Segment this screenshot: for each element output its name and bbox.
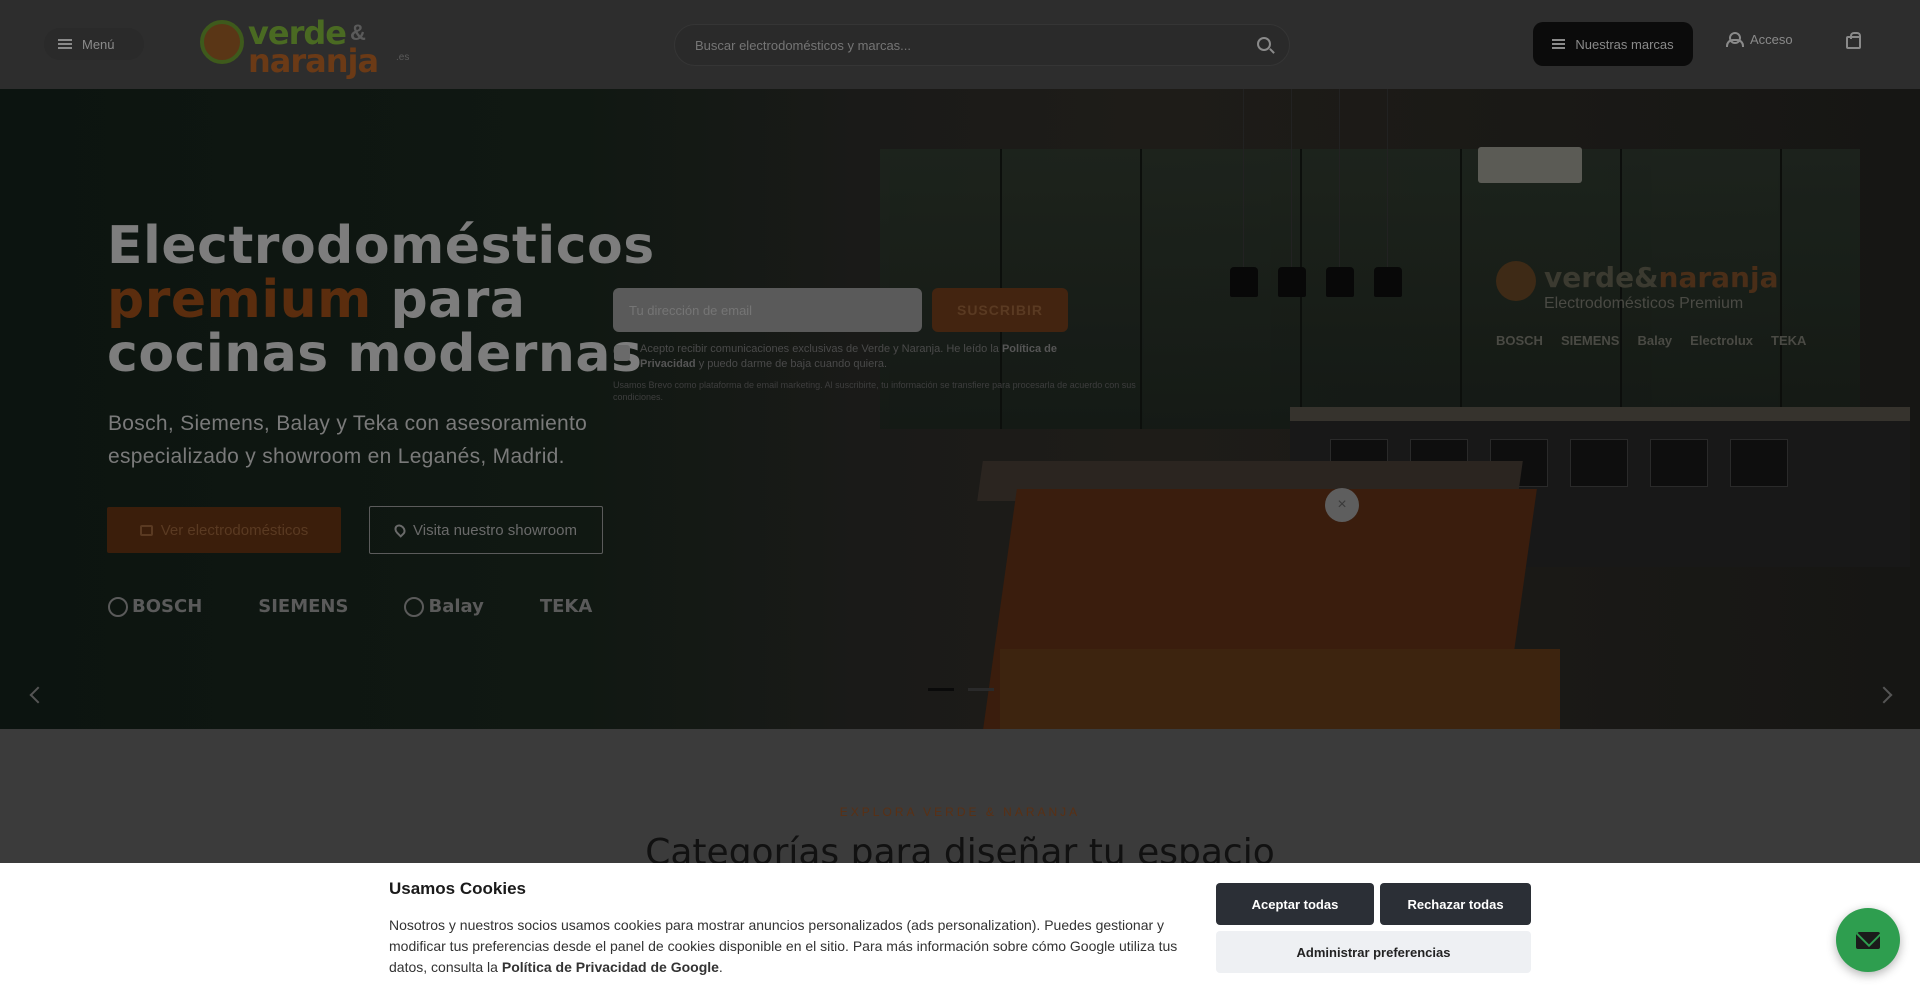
sign-logo-name: verde&naranja <box>1544 261 1779 294</box>
hero-carousel: Electrodomésticos premium para cocinas m… <box>0 89 1920 729</box>
visit-showroom-button[interactable]: Visita nuestro showroom <box>369 506 603 554</box>
hero-title: Electrodomésticos premium para cocinas m… <box>107 219 655 381</box>
sign-brand: TEKA <box>1771 333 1807 348</box>
bosch-emblem-icon <box>108 596 128 617</box>
search-icon[interactable] <box>1257 37 1271 51</box>
carousel-pagination <box>928 688 994 691</box>
accept-all-button[interactable]: Aceptar todas <box>1216 883 1374 925</box>
google-privacy-link[interactable]: Política de Privacidad de Google <box>502 959 719 975</box>
menu-button[interactable]: Menú <box>44 28 144 60</box>
logo-word-naranja: naranja <box>248 42 379 80</box>
brand-logo-balay: Balay <box>404 596 484 617</box>
hero-title-accent: premium <box>107 270 372 330</box>
login-link[interactable]: Acceso <box>1726 32 1793 47</box>
sign-brand-row: BOSCH SIEMENS Balay Electrolux TEKA <box>1496 333 1806 348</box>
map-pin-icon <box>392 522 408 538</box>
brand-logo-siemens: SIEMENS <box>258 596 349 617</box>
our-brands-button[interactable]: Nuestras marcas <box>1533 22 1693 66</box>
login-label: Acceso <box>1750 32 1793 47</box>
user-icon <box>1726 32 1744 47</box>
logo-mark-icon <box>200 20 244 64</box>
brand-logo-teka: TEKA <box>539 596 593 617</box>
carousel-dot-active[interactable] <box>928 688 954 691</box>
hero-subtitle: Bosch, Siemens, Balay y Teka con asesora… <box>108 412 588 468</box>
sign-logo-mark-icon <box>1496 261 1536 301</box>
carousel-dot[interactable] <box>968 688 994 691</box>
hero-title-line3: cocinas modernas <box>107 324 643 384</box>
mail-icon <box>1856 931 1880 949</box>
sign-brand: Electrolux <box>1690 333 1754 348</box>
hero-brand-logos: BOSCH SIEMENS Balay TEKA <box>108 596 592 617</box>
newsletter-consent-checkbox[interactable] <box>614 345 630 361</box>
brand-logo-bosch: BOSCH <box>108 596 202 617</box>
newsletter-fine-print: Usamos Brevo como plataforma de email ma… <box>613 380 1136 402</box>
chevron-right-icon[interactable] <box>1875 686 1893 704</box>
cart-icon[interactable] <box>1846 32 1861 49</box>
view-appliances-label: Ver electrodomésticos <box>160 521 309 539</box>
hero-background-ac-unit <box>1478 147 1582 183</box>
visit-showroom-label: Visita nuestro showroom <box>413 521 577 539</box>
sign-brand: BOSCH <box>1496 333 1543 348</box>
chevron-left-icon[interactable] <box>29 686 47 704</box>
calendar-icon <box>139 524 153 536</box>
section-eyebrow: EXPLORA VERDE & NARANJA <box>839 805 1081 819</box>
menu-label: Menú <box>82 36 115 52</box>
contact-chat-button[interactable] <box>1836 908 1900 972</box>
search-bar <box>674 24 1290 66</box>
cookie-banner: Usamos Cookies Nosotros y nuestros socio… <box>0 863 1920 993</box>
site-logo[interactable]: verde & naranja .es <box>200 12 420 80</box>
hero-title-line2: para <box>371 270 526 330</box>
manage-preferences-button[interactable]: Administrar preferencias <box>1216 931 1531 973</box>
menu-icon <box>58 39 72 49</box>
our-brands-label: Nuestras marcas <box>1575 36 1674 52</box>
sign-brand: Balay <box>1637 333 1673 348</box>
sign-tagline: Electrodomésticos Premium <box>1544 295 1744 312</box>
list-icon <box>1552 39 1566 49</box>
newsletter-consent-text: Acepto recibir comunicaciones exclusivas… <box>640 343 1057 370</box>
reject-all-button[interactable]: Rechazar todas <box>1380 883 1531 925</box>
hero-title-line1: Electrodomésticos <box>107 216 655 276</box>
close-icon[interactable]: × <box>1325 488 1359 522</box>
logo-tld: .es <box>396 52 410 63</box>
cookie-body: Nosotros y nuestros socios usamos cookie… <box>389 917 1178 975</box>
site-header: Menú verde & naranja .es Nuestras marcas… <box>0 0 1920 89</box>
sign-brand: SIEMENS <box>1560 333 1620 348</box>
newsletter-email-input[interactable] <box>613 288 922 332</box>
newsletter-subscribe-button[interactable]: SUSCRIBIR <box>932 288 1068 332</box>
view-appliances-button[interactable]: Ver electrodomésticos <box>107 507 341 553</box>
cookie-title: Usamos Cookies <box>389 879 526 898</box>
search-input[interactable] <box>675 25 1215 65</box>
balay-emblem-icon <box>404 596 425 617</box>
newsletter-email-field <box>613 288 922 332</box>
